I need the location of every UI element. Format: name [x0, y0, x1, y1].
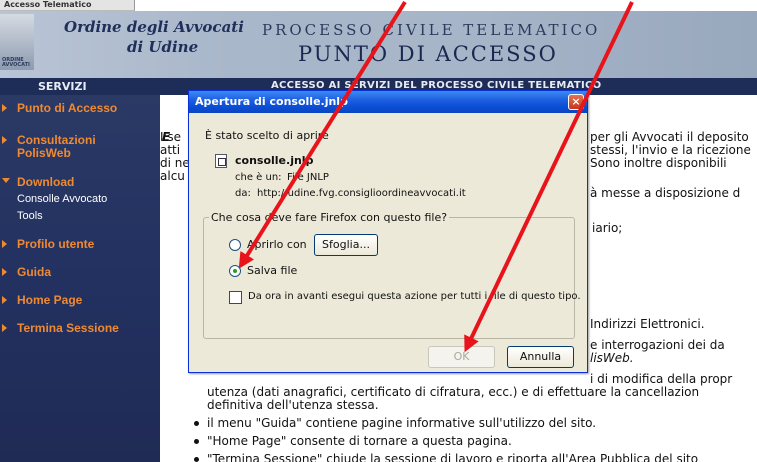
- content-line: lisWeb.: [590, 351, 634, 365]
- browse-button[interactable]: Sfoglia...: [314, 234, 378, 256]
- remember-choice-label[interactable]: Da ora in avanti esegui questa azione pe…: [248, 291, 581, 302]
- chevron-right-icon: [2, 268, 7, 276]
- content-line: "Termina Sessione" chiude la sessione di…: [207, 452, 699, 462]
- close-button[interactable]: ×: [568, 94, 584, 110]
- org-city: di Udine: [127, 38, 199, 56]
- org-name: Ordine degli Avvocati: [64, 18, 244, 36]
- file-type-label: che è un:: [235, 172, 282, 183]
- cancel-button[interactable]: Annulla: [507, 346, 574, 368]
- browser-tab[interactable]: Accesso Telematico: [0, 0, 135, 11]
- action-group-title: Che cosa deve fare Firefox con questo fi…: [209, 211, 450, 224]
- ok-button[interactable]: OK: [428, 346, 495, 368]
- dialog-intro: È stato scelto di aprire: [205, 129, 329, 142]
- chevron-right-icon: [2, 324, 7, 332]
- content-line: à messe a disposizione d: [590, 186, 741, 200]
- remember-choice-checkbox[interactable]: [229, 291, 242, 304]
- save-file-label[interactable]: Salva file: [247, 264, 297, 277]
- action-group: [203, 217, 575, 339]
- file-source-value: http://udine.fvg.consiglioordineavvocati…: [257, 188, 466, 199]
- sidebar-item-download[interactable]: Download: [17, 176, 74, 189]
- content-line: il menu "Guida" contiene pagine informat…: [207, 416, 597, 430]
- open-with-label[interactable]: Aprirlo con: [247, 238, 307, 251]
- sidebar-item-profilo-utente[interactable]: Profilo utente: [17, 238, 94, 251]
- crest-label: ORDINE AVVOCATI: [2, 57, 30, 68]
- chevron-right-icon: [2, 104, 7, 112]
- content-line: alcu: [160, 169, 185, 183]
- content-line: iario;: [592, 221, 623, 235]
- file-type-value: File JNLP: [287, 172, 329, 183]
- chevron-right-icon: [2, 240, 7, 248]
- sidebar-item-home-page[interactable]: Home Page: [17, 294, 82, 307]
- chevron-right-icon: [2, 296, 7, 304]
- radio-save-file[interactable]: [229, 265, 241, 277]
- content-line: Sono inoltre disponibili: [590, 156, 727, 170]
- close-icon: ×: [571, 95, 581, 108]
- chevron-right-icon: [2, 136, 7, 144]
- content-line: "Home Page" consente di tornare a questa…: [207, 434, 512, 448]
- servizi-heading: SERVIZI: [38, 80, 87, 93]
- download-dialog: Apertura di consolle.jnlp × È stato scel…: [188, 90, 588, 373]
- sidebar-item-punto-di-accesso[interactable]: Punto di Accesso: [17, 102, 117, 115]
- bullet-dot: [194, 439, 199, 444]
- radio-open-with[interactable]: [229, 239, 241, 251]
- dialog-titlebar[interactable]: Apertura di consolle.jnlp ×: [189, 91, 587, 113]
- content-line: Indirizzi Elettronici.: [590, 317, 705, 331]
- dialog-title: Apertura di consolle.jnlp: [195, 95, 348, 108]
- browser-tab-title: Accesso Telematico: [4, 0, 92, 9]
- content-line: definitiva dell'utenza stessa.: [207, 398, 379, 412]
- bullet-dot: [194, 421, 199, 426]
- file-source-label: da:: [235, 188, 251, 199]
- dialog-filename: consolle.jnlp: [235, 154, 314, 167]
- chevron-down-icon: [2, 178, 10, 183]
- sidebar-item-guida[interactable]: Guida: [17, 266, 51, 279]
- bullet-dot: [194, 457, 199, 462]
- sidebar-item-termina-sessione[interactable]: Termina Sessione: [17, 322, 119, 335]
- site-subtitle: PROCESSO CIVILE TELEMATICO: [262, 21, 601, 39]
- sidebar-subitem-consolle-avvocato[interactable]: Consolle Avvocato: [17, 193, 107, 205]
- site-title: PUNTO DI ACCESSO: [298, 42, 558, 66]
- sidebar-subitem-tools[interactable]: Tools: [17, 210, 43, 222]
- sidebar-item-polisweb[interactable]: PolisWeb: [17, 147, 71, 160]
- file-icon: [215, 154, 227, 168]
